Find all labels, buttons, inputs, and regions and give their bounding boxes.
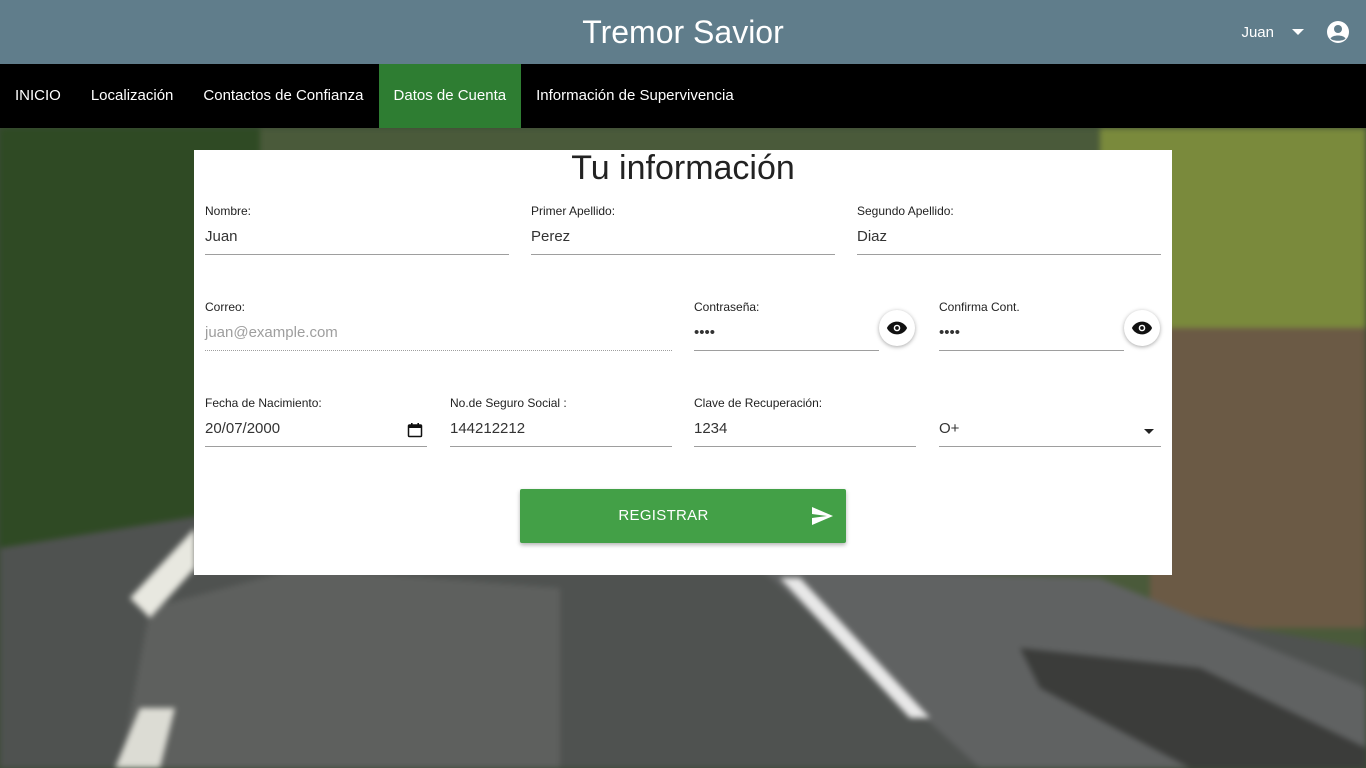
clave-recuperacion-input[interactable]: 1234 — [694, 420, 727, 437]
clave-recuperacion-label: Clave de Recuperación: — [694, 396, 823, 410]
nombre-field[interactable]: Nombre: Juan — [205, 204, 509, 264]
contrasena-input[interactable]: •••• — [694, 324, 715, 341]
toggle-confirm-password-button[interactable] — [1124, 310, 1160, 346]
app-header: Tremor Savior Juan — [0, 0, 1366, 64]
confirma-input[interactable]: •••• — [939, 324, 960, 341]
contrasena-underline — [694, 350, 879, 351]
nav-item-contactos[interactable]: Contactos de Confianza — [188, 64, 378, 128]
main-nav: INICIO Localización Contactos de Confian… — [0, 64, 1366, 128]
segundo-apellido-input[interactable]: Diaz — [857, 228, 887, 245]
primer-apellido-label: Primer Apellido: — [531, 204, 616, 218]
account-form-card: Tu información Nombre: Juan Primer Apell… — [194, 150, 1172, 575]
correo-field[interactable]: Correo: juan@example.com — [205, 300, 672, 360]
registrar-button[interactable]: REGISTRAR — [520, 489, 846, 543]
eye-icon — [1131, 321, 1153, 335]
seguro-social-underline — [450, 446, 672, 447]
nav-item-inicio[interactable]: INICIO — [0, 64, 76, 128]
fecha-nacimiento-label: Fecha de Nacimiento: — [205, 396, 322, 410]
seguro-social-input[interactable]: 144212212 — [450, 420, 525, 437]
tipo-sangre-value[interactable]: O+ — [939, 420, 959, 437]
fecha-nacimiento-input[interactable]: 20/07/2000 — [205, 420, 280, 437]
registrar-label: REGISTRAR — [618, 507, 709, 524]
eye-icon — [886, 321, 908, 335]
contrasena-label: Contraseña: — [694, 300, 760, 314]
send-icon — [812, 507, 833, 525]
nombre-underline — [205, 254, 509, 255]
confirma-label: Confirma Cont. — [939, 300, 1020, 314]
nav-item-supervivencia[interactable]: Información de Supervivencia — [521, 64, 749, 128]
nav-item-datos-cuenta[interactable]: Datos de Cuenta — [378, 64, 522, 128]
account-circle-icon[interactable] — [1326, 20, 1350, 44]
toggle-password-button[interactable] — [879, 310, 915, 346]
tipo-sangre-select[interactable]: O+ — [939, 396, 1161, 456]
segundo-apellido-field[interactable]: Segundo Apellido: Diaz — [857, 204, 1161, 264]
confirma-field[interactable]: Confirma Cont. •••• — [939, 300, 1124, 360]
chevron-down-icon[interactable] — [1144, 429, 1154, 434]
nombre-label: Nombre: — [205, 204, 252, 218]
tipo-sangre-underline — [939, 446, 1161, 447]
calendar-icon[interactable] — [407, 422, 423, 438]
segundo-apellido-label: Segundo Apellido: — [857, 204, 954, 218]
chevron-down-icon[interactable] — [1292, 29, 1304, 35]
seguro-social-label: No.de Seguro Social : — [450, 396, 567, 410]
segundo-apellido-underline — [857, 254, 1161, 255]
user-menu[interactable]: Juan — [1241, 0, 1366, 64]
correo-input[interactable]: juan@example.com — [205, 324, 338, 341]
clave-recuperacion-field[interactable]: Clave de Recuperación: 1234 — [694, 396, 916, 456]
primer-apellido-field[interactable]: Primer Apellido: Perez — [531, 204, 835, 264]
contrasena-field[interactable]: Contraseña: •••• — [694, 300, 879, 360]
fecha-nacimiento-field[interactable]: Fecha de Nacimiento: 20/07/2000 — [205, 396, 427, 456]
correo-label: Correo: — [205, 300, 246, 314]
primer-apellido-input[interactable]: Perez — [531, 228, 570, 245]
correo-underline — [205, 350, 672, 351]
app-title: Tremor Savior — [582, 14, 784, 50]
nombre-input[interactable]: Juan — [205, 228, 238, 245]
seguro-social-field[interactable]: No.de Seguro Social : 144212212 — [450, 396, 672, 456]
clave-recuperacion-underline — [694, 446, 916, 447]
confirma-underline — [939, 350, 1124, 351]
user-name[interactable]: Juan — [1241, 24, 1274, 41]
primer-apellido-underline — [531, 254, 835, 255]
fecha-nacimiento-underline — [205, 446, 427, 447]
nav-item-localizacion[interactable]: Localización — [76, 64, 189, 128]
form-title: Tu información — [571, 149, 795, 187]
